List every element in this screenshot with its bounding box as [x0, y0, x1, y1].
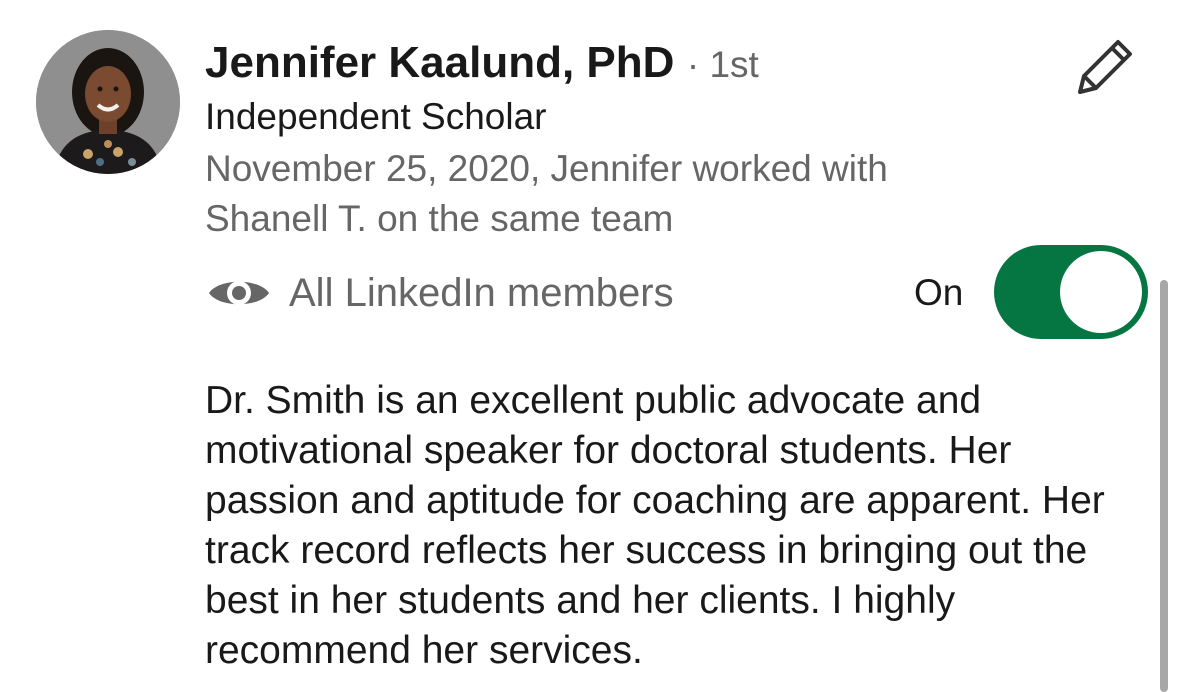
visibility-setting: All LinkedIn members [205, 266, 674, 320]
recommendation-text: Dr. Smith is an excellent public advocat… [205, 379, 1105, 672]
author-heading: Jennifer Kaalund, PhD · 1st [205, 36, 759, 100]
eye-icon [209, 281, 269, 305]
profile-photo [36, 30, 180, 174]
connection-degree: · 1st [686, 44, 759, 85]
toggle-state-label: On [914, 272, 964, 313]
scrollbar[interactable] [1160, 280, 1168, 692]
author-name[interactable]: Jennifer Kaalund, PhD [205, 38, 674, 87]
visibility-toggle[interactable] [994, 245, 1148, 339]
recommendation-relationship: November 25, 2020, Jennifer worked with … [205, 148, 888, 239]
avatar[interactable] [36, 30, 180, 174]
toggle-knob [1060, 251, 1142, 333]
pencil-icon[interactable] [1074, 34, 1138, 98]
author-headline: Independent Scholar [205, 96, 547, 137]
visibility-label: All LinkedIn members [289, 270, 674, 315]
